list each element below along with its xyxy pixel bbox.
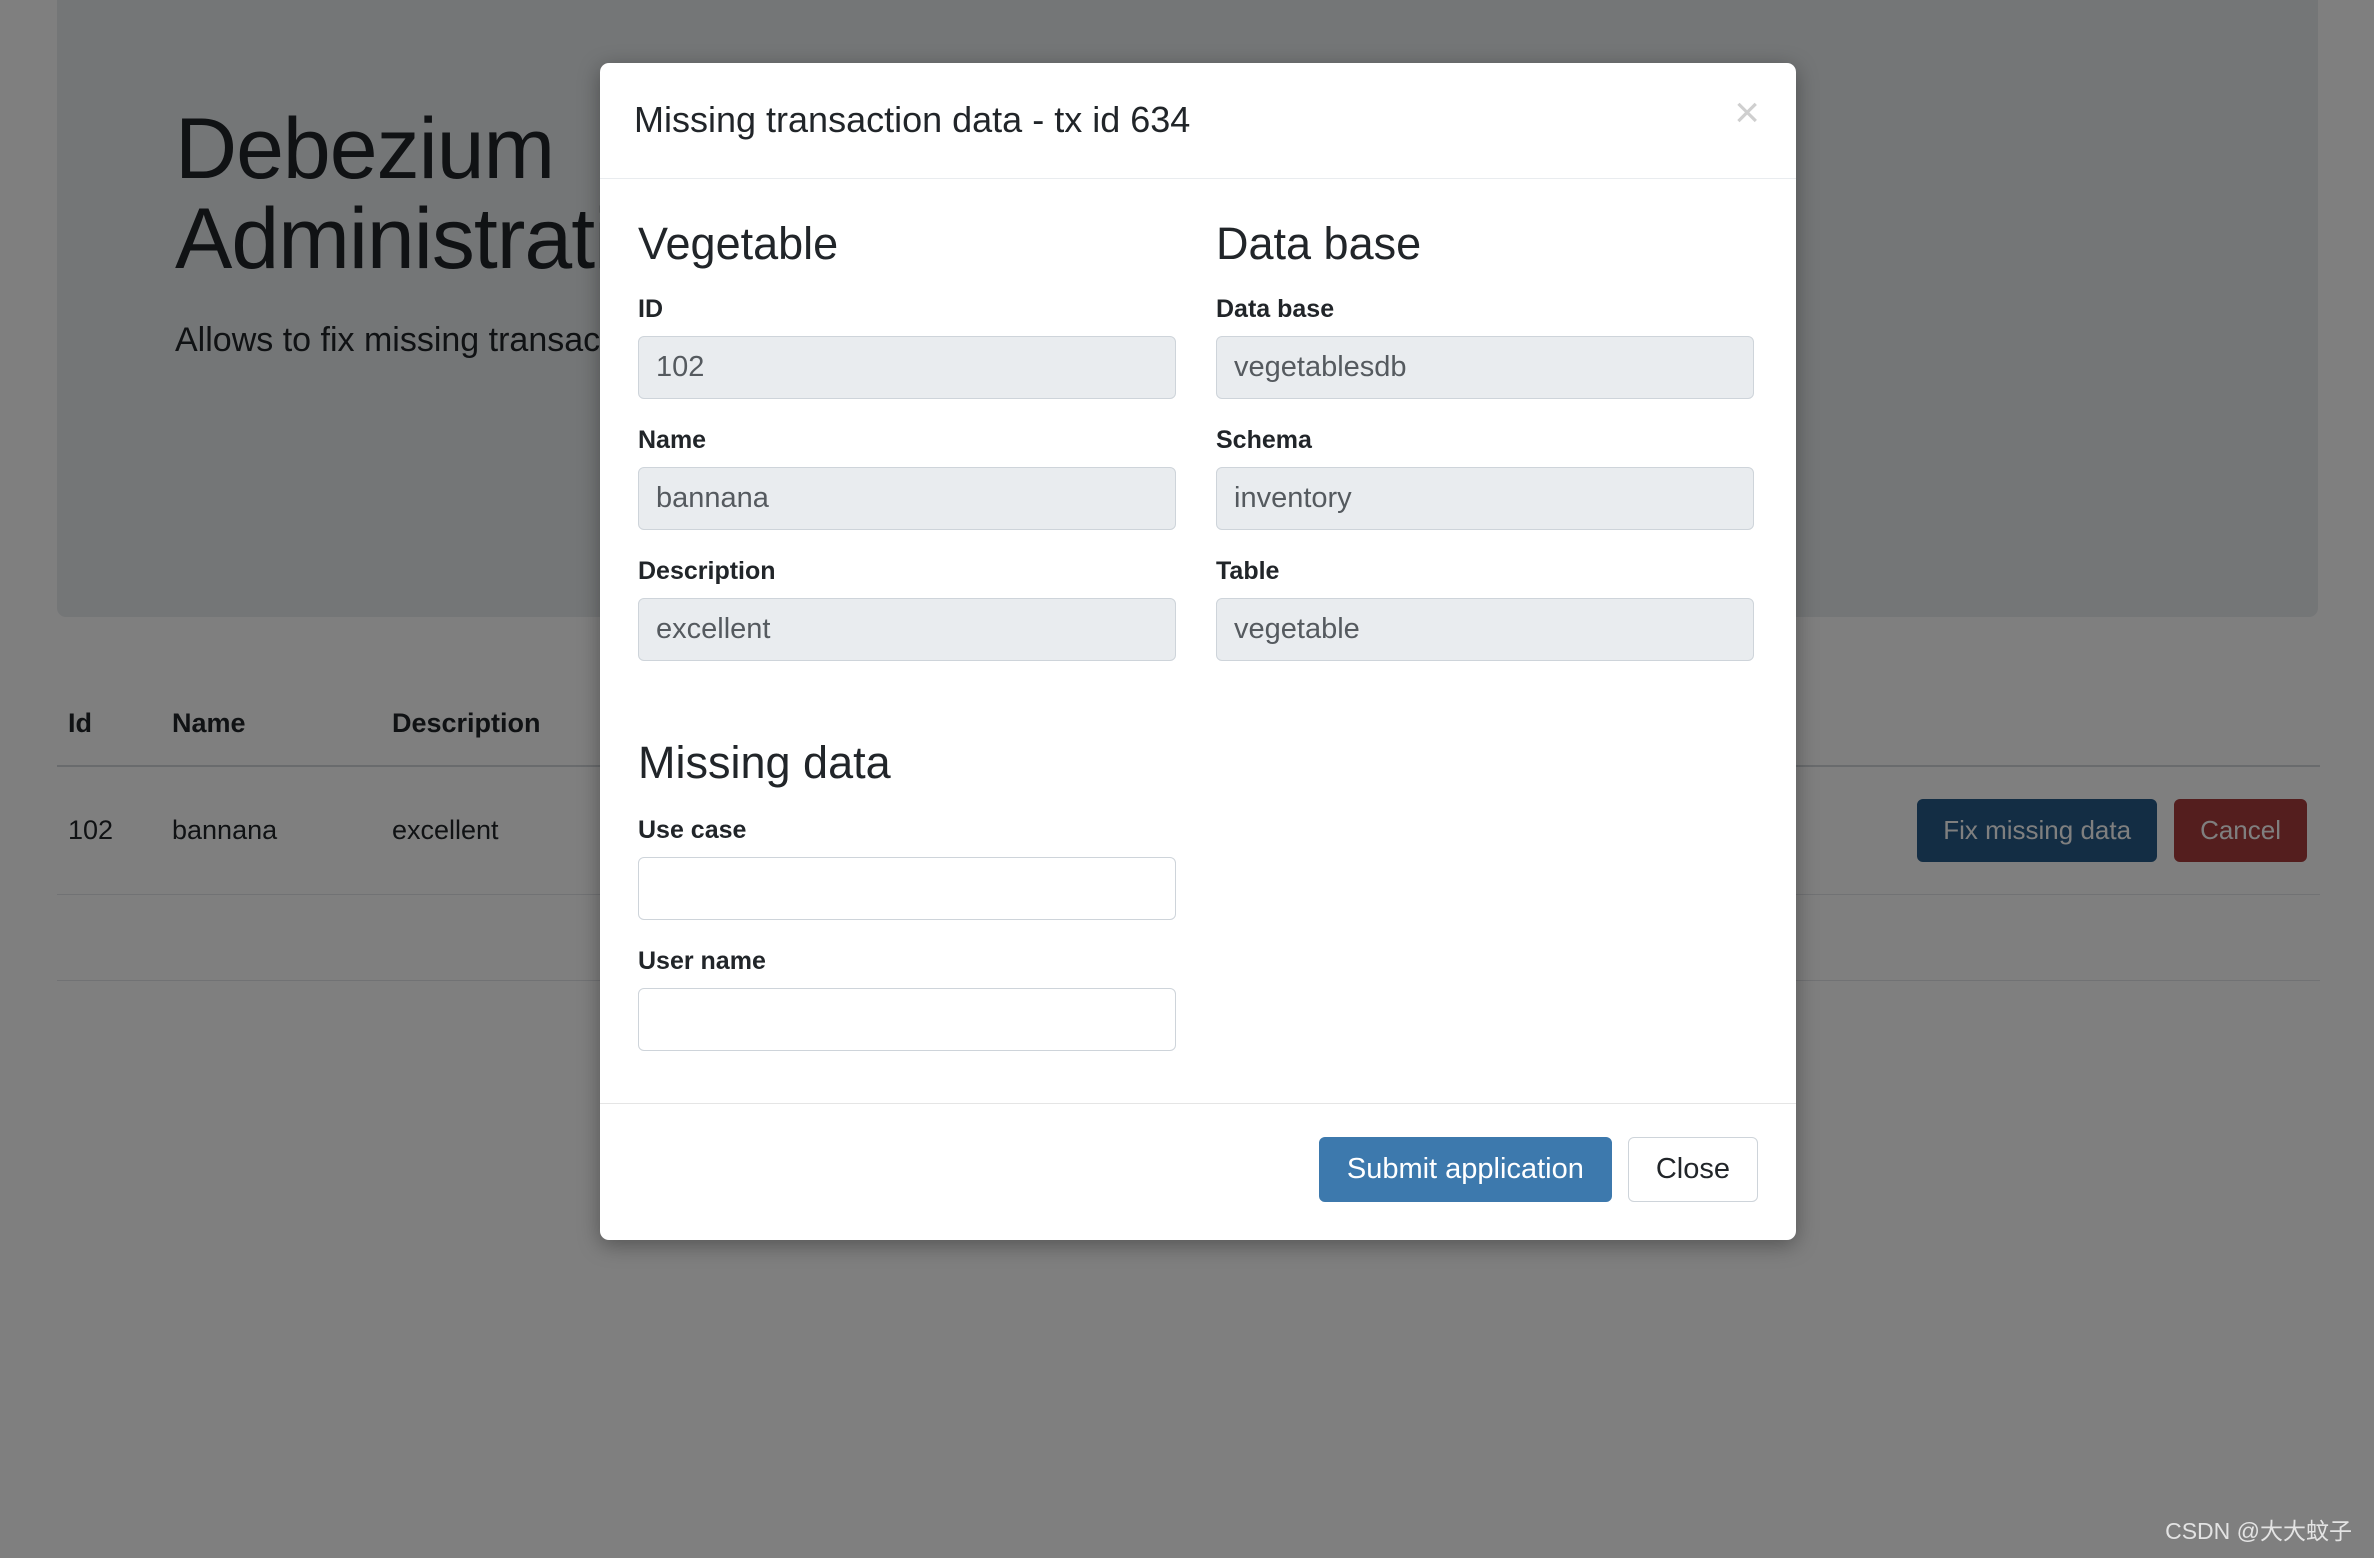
- field-group-use-case: Use case: [638, 816, 1176, 920]
- field-group-database-name: Data base: [1216, 295, 1754, 399]
- label-user-name: User name: [638, 946, 766, 975]
- label-vegetable-name: Name: [638, 425, 707, 454]
- missing-data-fields: Use case User name: [638, 816, 1176, 1051]
- input-database: [1216, 335, 1754, 399]
- input-vegetable-id: [638, 335, 1176, 399]
- label-schema: Schema: [1216, 425, 1312, 454]
- input-schema: [1216, 466, 1754, 530]
- field-group-vegetable-description: Description: [638, 557, 1176, 661]
- input-table: [1216, 597, 1754, 661]
- label-vegetable-id: ID: [638, 294, 663, 323]
- missing-transaction-modal: Missing transaction data - tx id 634 × V…: [600, 63, 1796, 1240]
- label-database: Data base: [1216, 294, 1335, 323]
- field-group-vegetable-name: Name: [638, 426, 1176, 530]
- database-section: Data base Data base Schema Table: [1216, 217, 1754, 688]
- vegetable-section: Vegetable ID Name Description: [638, 217, 1176, 688]
- missing-data-section: Missing data Use case User name: [638, 736, 1758, 1051]
- watermark: CSDN @大大蚊子: [2165, 1518, 2352, 1544]
- modal-header: Missing transaction data - tx id 634 ×: [600, 63, 1796, 179]
- modal-columns: Vegetable ID Name Description Data base: [638, 217, 1758, 688]
- input-vegetable-name: [638, 466, 1176, 530]
- input-use-case[interactable]: [638, 856, 1176, 920]
- missing-data-section-heading: Missing data: [638, 736, 891, 788]
- close-button[interactable]: Close: [1627, 1136, 1758, 1202]
- field-group-vegetable-id: ID: [638, 295, 1176, 399]
- modal-body: Vegetable ID Name Description Data base: [600, 179, 1796, 1051]
- label-vegetable-description: Description: [638, 556, 776, 585]
- input-vegetable-description: [638, 597, 1176, 661]
- close-icon[interactable]: ×: [1724, 85, 1770, 141]
- vegetable-section-heading: Vegetable: [638, 217, 839, 269]
- label-table: Table: [1216, 556, 1280, 585]
- label-use-case: Use case: [638, 815, 747, 844]
- database-section-heading: Data base: [1216, 217, 1422, 269]
- field-group-schema: Schema: [1216, 426, 1754, 530]
- input-user-name[interactable]: [638, 987, 1176, 1051]
- field-group-table: Table: [1216, 557, 1754, 661]
- modal-footer: Submit application Close: [600, 1102, 1796, 1240]
- submit-application-button[interactable]: Submit application: [1318, 1136, 1612, 1202]
- field-group-user-name: User name: [638, 947, 1176, 1051]
- modal-title: Missing transaction data - tx id 634: [634, 99, 1191, 140]
